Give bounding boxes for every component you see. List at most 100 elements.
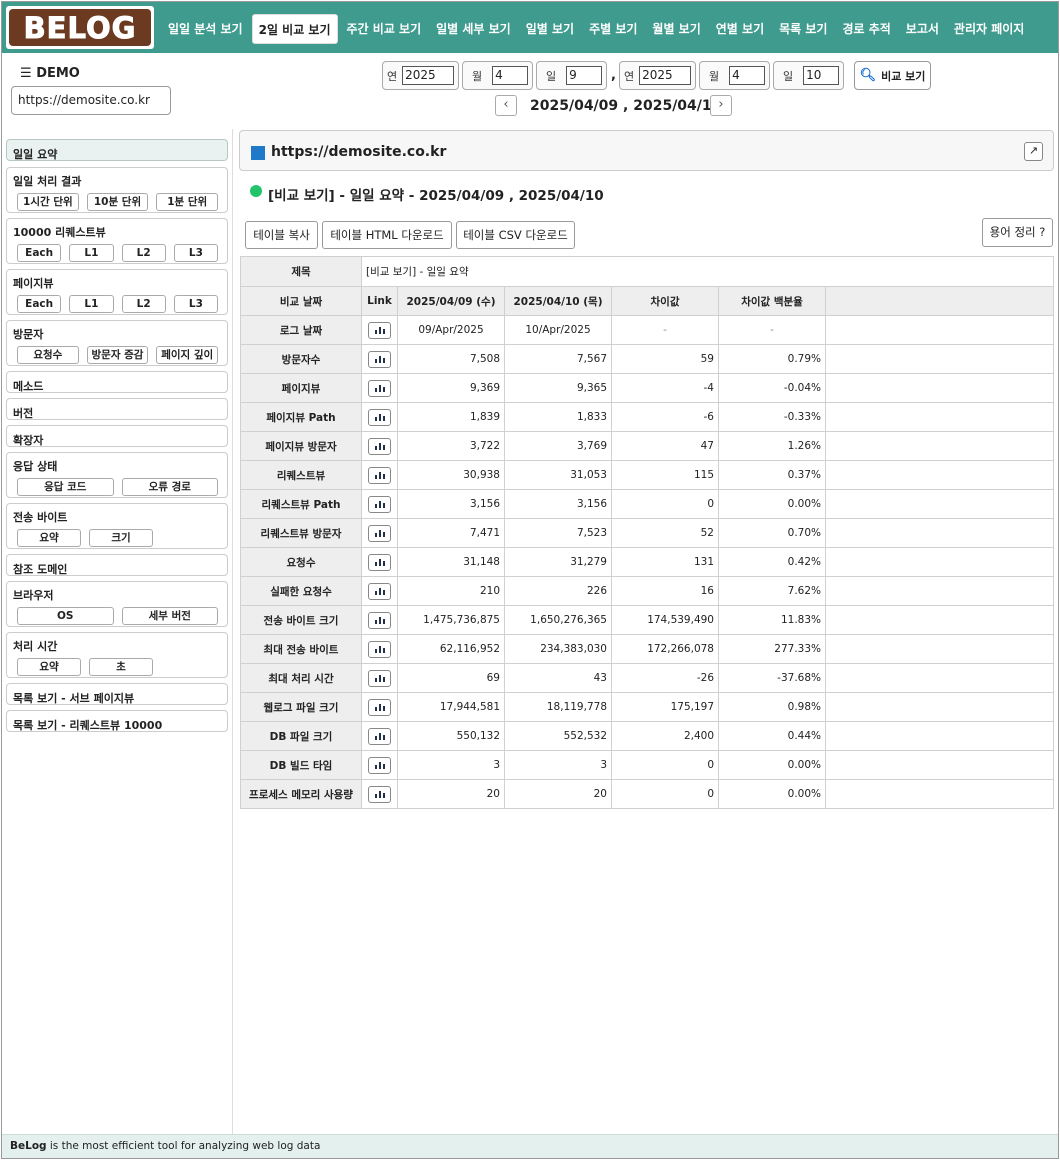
sidebar-item-4[interactable]: 방문자 요청수 방문자 증감 페이지 깊이 <box>6 320 228 366</box>
compare-button[interactable]: 🔍︎ 비교 보기 <box>854 61 931 90</box>
sidebar-button[interactable]: 요약 <box>17 529 81 547</box>
sidebar-button[interactable]: Each <box>17 244 62 262</box>
sidebar-item-2[interactable]: 10000 리퀘스트뷰 Each L1 L2 L3 <box>6 218 228 264</box>
sidebar-button[interactable]: L1 <box>69 244 114 262</box>
nav-item-11[interactable]: 관리자 페이지 <box>948 14 1030 44</box>
nav-item-0[interactable]: 일일 분석 보기 <box>162 14 249 44</box>
date2-value: 18,119,778 <box>504 692 612 722</box>
link-cell <box>361 315 398 345</box>
sidebar-item-13[interactable]: 목록 보기 - 서브 페이지뷰 <box>6 683 228 705</box>
date2-month-label: 월 <box>709 69 720 83</box>
sidebar-button[interactable]: 페이지 깊이 <box>156 346 219 364</box>
sidebar-button[interactable]: L1 <box>69 295 114 313</box>
sidebar-button[interactable]: L3 <box>173 295 218 313</box>
date2-value: 20 <box>504 779 612 809</box>
sidebar-item-11[interactable]: 브라우저 OS 세부 버전 <box>6 581 228 627</box>
sidebar-item-1[interactable]: 일일 처리 결과 1시간 단위 10분 단위 1분 단위 <box>6 167 228 213</box>
date2-year-group: 연 2025 <box>619 61 696 90</box>
sidebar-item-8[interactable]: 응답 상태 응답 코드 오류 경로 <box>6 452 228 498</box>
download-html-button[interactable]: 테이블 HTML 다운로드 <box>322 221 452 249</box>
sidebar-button[interactable]: 세부 버전 <box>121 607 218 625</box>
diff-value: -6 <box>611 402 719 432</box>
bar-chart-icon[interactable] <box>368 408 391 426</box>
sidebar-item-9[interactable]: 전송 바이트 요약 크기 <box>6 503 228 549</box>
nav-item-5[interactable]: 주별 보기 <box>583 14 643 44</box>
date2-month-input[interactable]: 4 <box>729 66 765 85</box>
empty-cell <box>824 605 1055 635</box>
sidebar-item-12[interactable]: 처리 시간 요약 초 <box>6 632 228 678</box>
date2-value: 7,523 <box>504 518 612 548</box>
bar-chart-icon[interactable] <box>368 727 391 745</box>
sidebar-button[interactable]: 요약 <box>17 658 81 676</box>
sidebar-button[interactable]: 1분 단위 <box>156 193 219 211</box>
next-date-button[interactable]: › <box>710 95 732 116</box>
bar-chart-icon[interactable] <box>368 553 391 571</box>
sidebar-button[interactable]: 초 <box>89 658 153 676</box>
link-cell <box>361 431 398 461</box>
bar-chart-icon[interactable] <box>368 582 391 600</box>
nav-item-7[interactable]: 연별 보기 <box>710 14 770 44</box>
sidebar-item-14[interactable]: 목록 보기 - 리퀘스트뷰 10000 <box>6 710 228 732</box>
sidebar-button[interactable]: L2 <box>121 295 166 313</box>
sidebar-button[interactable]: 요청수 <box>17 346 79 364</box>
sidebar-button-row: Each L1 L2 L3 <box>7 240 227 262</box>
diff-value: 131 <box>611 547 719 577</box>
bar-chart-icon[interactable] <box>368 756 391 774</box>
sidebar-item-5[interactable]: 메소드 <box>6 371 228 393</box>
nav-item-9[interactable]: 경로 추적 <box>836 14 896 44</box>
sidebar-button[interactable]: 방문자 증감 <box>86 346 149 364</box>
search-icon: 🔍︎ <box>859 68 877 83</box>
download-csv-button[interactable]: 테이블 CSV 다운로드 <box>456 221 575 249</box>
bar-chart-icon[interactable] <box>368 321 391 339</box>
nav-item-1[interactable]: 2일 비교 보기 <box>251 14 338 44</box>
bar-chart-icon[interactable] <box>368 524 391 542</box>
bar-chart-icon[interactable] <box>368 611 391 629</box>
sidebar-button[interactable]: 1시간 단위 <box>17 193 79 211</box>
bar-chart-icon[interactable] <box>368 350 391 368</box>
nav-item-10[interactable]: 보고서 <box>900 14 945 44</box>
site-selector[interactable]: ☰ DEMO <box>20 66 80 81</box>
bar-chart-icon[interactable] <box>368 669 391 687</box>
main-nav: 일일 분석 보기 2일 비교 보기 주간 비교 보기 일별 세부 보기 일별 보기 주별 … <box>162 14 1033 44</box>
copy-table-button[interactable]: 테이블 복사 <box>245 221 318 249</box>
sidebar-item-7[interactable]: 확장자 <box>6 425 228 447</box>
sidebar-button[interactable]: 10분 단위 <box>86 193 149 211</box>
belog-logo[interactable]: BELOG <box>6 6 154 49</box>
prev-date-button[interactable]: ‹ <box>495 95 517 116</box>
date1-month-input[interactable]: 4 <box>492 66 528 85</box>
sidebar-button[interactable]: 응답 코드 <box>17 478 114 496</box>
date1-year-input[interactable]: 2025 <box>402 66 454 85</box>
bar-chart-icon[interactable] <box>368 640 391 658</box>
bar-chart-icon[interactable] <box>368 495 391 513</box>
date1-month-label: 월 <box>472 69 483 83</box>
sidebar-button[interactable]: L2 <box>121 244 166 262</box>
bar-chart-icon[interactable] <box>368 785 391 803</box>
open-external-button[interactable]: ↗ <box>1024 142 1043 161</box>
bar-chart-icon[interactable] <box>368 379 391 397</box>
sidebar-item-6[interactable]: 버전 <box>6 398 228 420</box>
sidebar-item-3[interactable]: 페이지뷰 Each L1 L2 L3 <box>6 269 228 315</box>
date1-day-input[interactable]: 9 <box>566 66 602 85</box>
sidebar-item-10[interactable]: 참조 도메인 <box>6 554 228 576</box>
bar-chart-icon[interactable] <box>368 698 391 716</box>
date2-year-input[interactable]: 2025 <box>639 66 691 85</box>
bar-chart-icon[interactable] <box>368 466 391 484</box>
nav-item-8[interactable]: 목록 보기 <box>773 14 833 44</box>
site-url-field[interactable]: https://demosite.co.kr <box>11 86 171 115</box>
sidebar-button[interactable]: 오류 경로 <box>121 478 218 496</box>
glossary-button[interactable]: 용어 정리 ? <box>982 218 1053 247</box>
nav-item-2[interactable]: 주간 비교 보기 <box>341 14 428 44</box>
nav-item-4[interactable]: 일별 보기 <box>520 14 580 44</box>
nav-item-3[interactable]: 일별 세부 보기 <box>430 14 517 44</box>
bar-chart-icon[interactable] <box>368 437 391 455</box>
sidebar-item-0[interactable]: 일일 요약 <box>6 139 228 161</box>
sidebar-button[interactable]: 크기 <box>89 529 153 547</box>
sidebar-button[interactable]: L3 <box>173 244 218 262</box>
sidebar-button[interactable]: OS <box>17 607 114 625</box>
diff-pct-value: 0.79% <box>718 344 826 374</box>
sidebar-button[interactable]: Each <box>17 295 62 313</box>
date1-value: 20 <box>397 779 505 809</box>
date1-year-group: 연 2025 <box>382 61 459 90</box>
date2-day-input[interactable]: 10 <box>803 66 839 85</box>
nav-item-6[interactable]: 월별 보기 <box>646 14 706 44</box>
